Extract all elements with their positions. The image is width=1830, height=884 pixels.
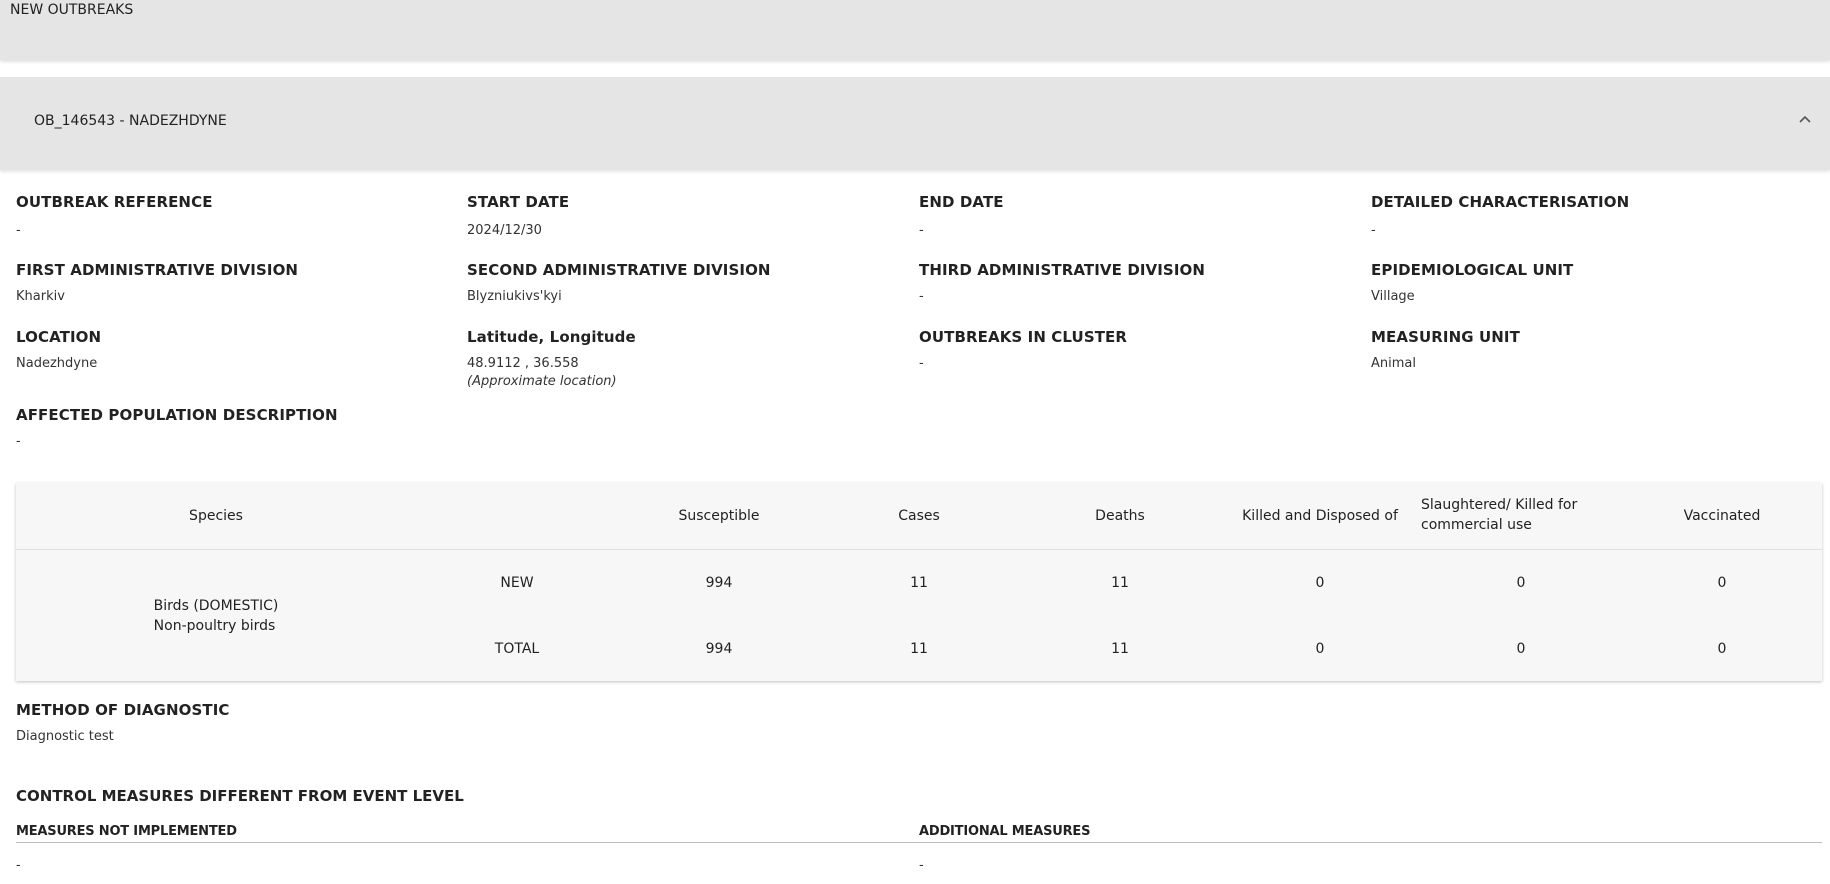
field-epidemiological-unit: EPIDEMIOLOGICAL UNIT Village (1371, 261, 1573, 304)
col-killed-disposed-header: Killed and Disposed of (1242, 508, 1398, 524)
row-new-cases: 11 (910, 575, 928, 591)
new-outbreaks-title: NEW OUTBREAKS (10, 2, 134, 18)
additional-measures-value: - (919, 858, 924, 873)
col-deaths-header: Deaths (1095, 508, 1145, 524)
col-species-header: Species (189, 508, 243, 524)
approximate-location-note: (Approximate location) (467, 374, 617, 389)
end-date-label: END DATE (919, 193, 1004, 211)
field-third-admin-division: THIRD ADMINISTRATIVE DIVISION - (919, 261, 1205, 304)
row-new-type: NEW (500, 575, 534, 591)
second-admin-value: Blyzniukivs'kyi (467, 289, 562, 304)
field-lat-long: Latitude, Longitude 48.9112 , 36.558 (Ap… (467, 328, 636, 389)
col-vaccinated-header: Vaccinated (1683, 508, 1761, 524)
method-of-diagnostic-value: Diagnostic test (16, 729, 114, 744)
detailed-characterisation-value: - (1371, 223, 1376, 238)
detailed-characterisation-label: DETAILED CHARACTERISATION (1371, 193, 1630, 211)
col-cases-header: Cases (898, 508, 940, 524)
chevron-up-icon[interactable] (1796, 111, 1814, 129)
affected-population-label: AFFECTED POPULATION DESCRIPTION (16, 406, 338, 424)
location-label: LOCATION (16, 328, 102, 346)
field-detailed-characterisation: DETAILED CHARACTERISATION - (1371, 193, 1629, 238)
row-new-deaths: 11 (1111, 575, 1129, 591)
outbreak-accordion-header[interactable]: OB_146543 - NADEZHDYNE (0, 77, 1830, 170)
method-of-diagnostic-label: METHOD OF DIAGNOSTIC (16, 701, 230, 719)
row-new-vaccinated: 0 (1717, 575, 1727, 591)
measures-not-implemented-label: MEASURES NOT IMPLEMENTED (16, 824, 237, 839)
measuring-unit-label: MEASURING UNIT (1371, 328, 1520, 346)
second-admin-label: SECOND ADMINISTRATIVE DIVISION (467, 261, 771, 279)
row-total-cases: 11 (910, 641, 928, 657)
first-admin-value: Kharkiv (16, 289, 65, 304)
field-location: LOCATION Nadezhdyne (16, 328, 101, 371)
field-outbreak-reference: OUTBREAK REFERENCE - (16, 193, 213, 238)
row-total-susceptible: 994 (705, 641, 733, 657)
measures-not-implemented-value: - (16, 858, 21, 873)
species-subtype: Non-poultry birds (153, 618, 276, 634)
field-end-date: END DATE - (919, 193, 1004, 238)
measuring-unit-value: Animal (1371, 356, 1416, 371)
start-date-label: START DATE (467, 193, 570, 211)
new-outbreaks-bar: NEW OUTBREAKS (0, 0, 1830, 60)
lat-long-label: Latitude, Longitude (467, 328, 636, 346)
field-first-admin-division: FIRST ADMINISTRATIVE DIVISION Kharkiv (16, 261, 298, 304)
outbreak-reference-label: OUTBREAK REFERENCE (16, 193, 213, 211)
col-slaughtered-header: Slaughtered/ Killed for commercial use (1421, 497, 1578, 533)
field-affected-population: AFFECTED POPULATION DESCRIPTION - (16, 406, 338, 449)
species-cell: Birds (DOMESTIC) Non-poultry birds (154, 596, 279, 636)
control-measures-title: CONTROL MEASURES DIFFERENT FROM EVENT LE… (16, 787, 464, 805)
outbreaks-in-cluster-value: - (919, 356, 924, 371)
row-total-killed-disposed: 0 (1315, 641, 1325, 657)
third-admin-label: THIRD ADMINISTRATIVE DIVISION (919, 261, 1206, 279)
lat-long-value: 48.9112 , 36.558 (467, 356, 579, 371)
row-total-vaccinated: 0 (1717, 641, 1727, 657)
control-measures-divider (16, 842, 1822, 843)
species-name: Birds (DOMESTIC) (153, 598, 279, 614)
species-table: Species Susceptible Cases Deaths Killed … (16, 483, 1822, 681)
outbreak-title: OB_146543 - NADEZHDYNE (34, 113, 227, 129)
field-second-admin-division: SECOND ADMINISTRATIVE DIVISION Blyzniuki… (467, 261, 771, 304)
field-outbreaks-in-cluster: OUTBREAKS IN CLUSTER - (919, 328, 1127, 371)
additional-measures-label: ADDITIONAL MEASURES (919, 824, 1091, 839)
first-admin-label: FIRST ADMINISTRATIVE DIVISION (16, 261, 299, 279)
row-new-slaughtered: 0 (1516, 575, 1526, 591)
field-method-of-diagnostic: METHOD OF DIAGNOSTIC Diagnostic test (16, 701, 230, 744)
third-admin-value: - (919, 289, 924, 304)
start-date-value: 2024/12/30 (467, 223, 542, 238)
end-date-value: - (919, 223, 924, 238)
col-susceptible-header: Susceptible (678, 508, 760, 524)
row-new-susceptible: 994 (705, 575, 733, 591)
epi-unit-value: Village (1371, 289, 1415, 304)
row-total-type: TOTAL (494, 641, 540, 657)
outbreak-reference-value: - (16, 223, 21, 238)
field-measuring-unit: MEASURING UNIT Animal (1371, 328, 1520, 371)
row-total-slaughtered: 0 (1516, 641, 1526, 657)
row-total-deaths: 11 (1111, 641, 1129, 657)
field-start-date: START DATE 2024/12/30 (467, 193, 569, 238)
affected-population-value: - (16, 434, 21, 449)
epi-unit-label: EPIDEMIOLOGICAL UNIT (1371, 261, 1574, 279)
row-new-killed-disposed: 0 (1315, 575, 1325, 591)
outbreaks-in-cluster-label: OUTBREAKS IN CLUSTER (919, 328, 1128, 346)
location-value: Nadezhdyne (16, 356, 98, 371)
